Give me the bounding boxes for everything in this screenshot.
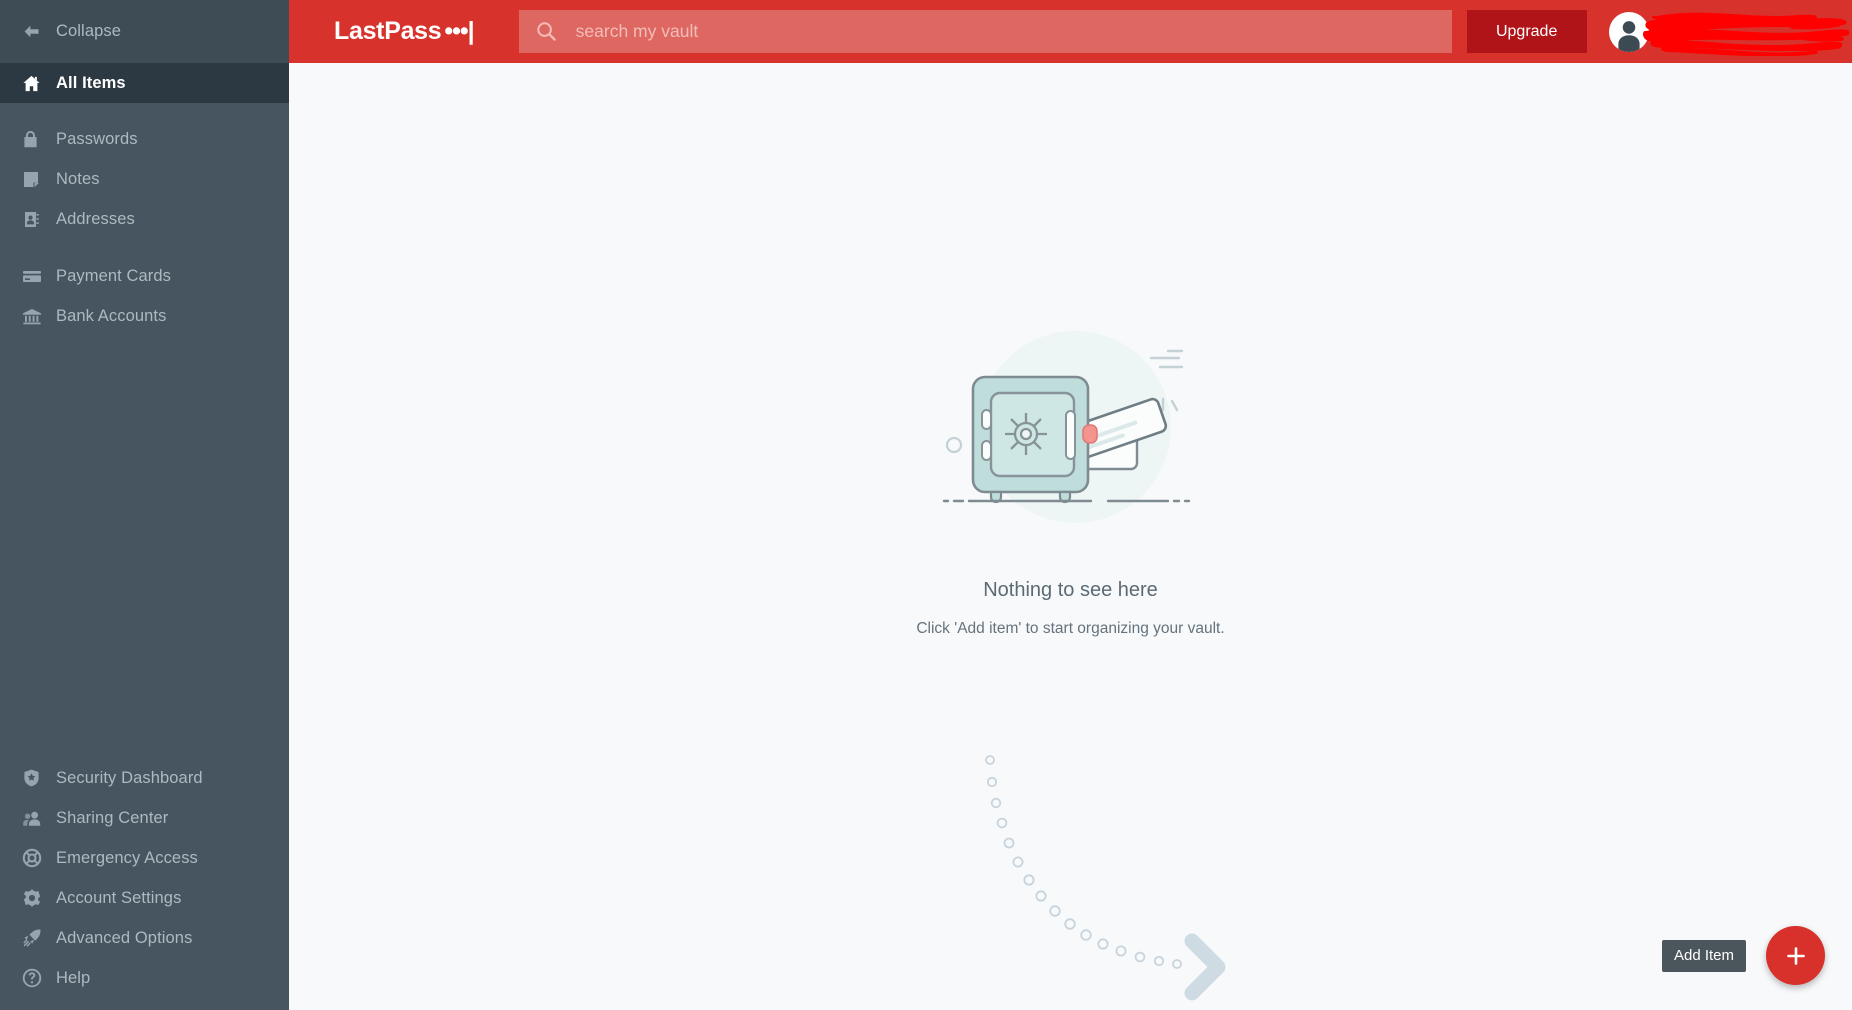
sidebar-tools-group: Security Dashboard Sharing Center Emerge… [0, 758, 289, 1010]
sidebar-item-passwords[interactable]: Passwords [0, 119, 289, 159]
lastpass-vault-app: Collapse All Items Passwords Notes Addre… [0, 0, 1852, 1010]
empty-vault-safe-illustration [942, 331, 1190, 523]
rocket-icon [22, 928, 56, 948]
sidebar-item-label: Help [56, 968, 91, 987]
add-item-fab-zone: Add Item [1661, 926, 1825, 985]
sidebar-divider-2 [0, 239, 289, 256]
add-item-button[interactable] [1766, 926, 1825, 985]
empty-state-subtitle: Click 'Add item' to start organizing you… [916, 620, 1225, 637]
lifebuoy-icon [22, 848, 56, 868]
avatar [1608, 11, 1649, 52]
lastpass-logo[interactable]: LastPass •••| [334, 17, 475, 46]
sidebar-item-sharing-center[interactable]: Sharing Center [0, 798, 289, 838]
sidebar-item-label: Emergency Access [56, 848, 198, 867]
sidebar: Collapse All Items Passwords Notes Addre… [0, 0, 289, 1010]
sidebar-item-label: Account Settings [56, 888, 182, 907]
sidebar-item-help[interactable]: Help [0, 958, 289, 998]
home-icon [22, 74, 56, 93]
account-menu[interactable] [1608, 11, 1849, 56]
sidebar-divider-1 [0, 103, 289, 119]
sidebar-item-advanced-options[interactable]: Advanced Options [0, 918, 289, 958]
dotted-curved-arrow [984, 755, 1225, 1001]
sidebar-item-account-settings[interactable]: Account Settings [0, 878, 289, 918]
sidebar-item-payment-cards[interactable]: Payment Cards [0, 256, 289, 296]
sidebar-item-addresses[interactable]: Addresses [0, 199, 289, 239]
sidebar-item-label: All Items [56, 73, 126, 92]
sidebar-item-label: Payment Cards [56, 266, 172, 285]
main-content: LastPass •••| Upgrade [289, 0, 1852, 1010]
arrow-left-icon [22, 22, 56, 41]
note-icon [22, 170, 56, 189]
sidebar-item-label: Notes [56, 169, 100, 188]
logo-wordmark: LastPass [334, 17, 442, 45]
sidebar-item-security-dashboard[interactable]: Security Dashboard [0, 758, 289, 798]
sidebar-collapse-button[interactable]: Collapse [0, 0, 289, 63]
sidebar-item-all-items[interactable]: All Items [0, 63, 289, 103]
sidebar-item-label: Sharing Center [56, 808, 169, 827]
sidebar-item-emergency-access[interactable]: Emergency Access [0, 838, 289, 878]
gear-icon [22, 888, 56, 908]
sidebar-item-label: Bank Accounts [56, 306, 167, 325]
add-item-tooltip: Add Item [1661, 939, 1746, 972]
lock-icon [22, 130, 56, 149]
logo-dots: •••| [444, 17, 474, 45]
sidebar-item-label: Passwords [56, 129, 138, 148]
upgrade-button[interactable]: Upgrade [1466, 10, 1587, 53]
top-header-bar: LastPass •••| Upgrade [289, 0, 1852, 63]
sidebar-item-label: Security Dashboard [56, 768, 203, 787]
sidebar-collapse-label: Collapse [56, 22, 122, 40]
question-circle-icon [22, 968, 56, 988]
credit-card-icon [22, 267, 56, 286]
bank-icon [22, 307, 56, 326]
search-icon [536, 21, 557, 42]
sidebar-item-bank-accounts[interactable]: Bank Accounts [0, 296, 289, 336]
empty-vault-state: Nothing to see here Click 'Add item' to … [289, 63, 1852, 1010]
sidebar-item-label: Addresses [56, 209, 135, 228]
empty-state-title: Nothing to see here [983, 579, 1158, 601]
plus-icon [1784, 944, 1808, 968]
sidebar-item-label: Advanced Options [56, 928, 193, 947]
address-book-icon [22, 210, 56, 229]
vault-search-box[interactable] [518, 10, 1452, 53]
users-icon [22, 809, 56, 828]
redaction-scribble [1642, 12, 1849, 56]
shield-star-icon [22, 768, 56, 788]
sidebar-item-notes[interactable]: Notes [0, 159, 289, 199]
search-input[interactable] [575, 21, 1452, 42]
